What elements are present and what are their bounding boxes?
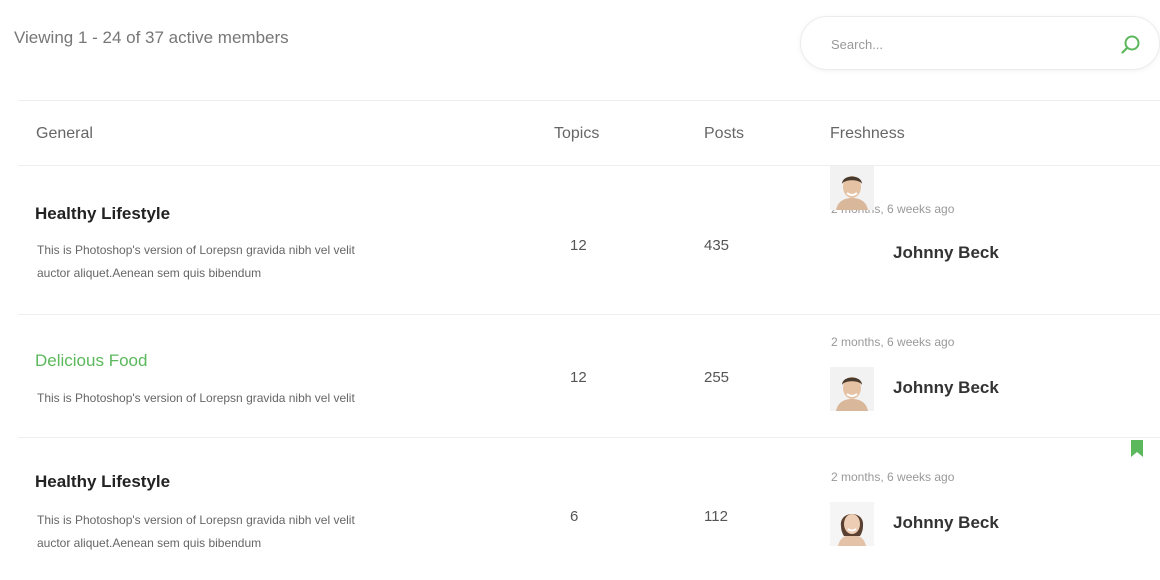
forum-row: Healthy Lifestyle This is Photoshop's ve…: [18, 438, 1160, 578]
freshness-time-link[interactable]: 2 months, 6 weeks ago: [831, 470, 954, 484]
posts-count: 255: [704, 369, 730, 386]
forum-description: This is Photoshop's version of Lorepsn g…: [37, 387, 477, 410]
forum-row: Delicious Food This is Photoshop's versi…: [18, 315, 1160, 438]
column-header-freshness: Freshness: [830, 125, 905, 142]
column-header-posts: Posts: [704, 125, 745, 142]
forum-description-line: This is Photoshop's version of Lorepsn g…: [37, 513, 355, 527]
bookmark-icon[interactable]: [1130, 440, 1144, 458]
author-name-link[interactable]: Johnny Beck: [893, 378, 999, 398]
table-header: General Topics Posts Freshness: [18, 100, 1160, 166]
forum-description-line: This is Photoshop's version of Lorepsn g…: [37, 391, 355, 405]
author-name-link[interactable]: Johnny Beck: [893, 243, 999, 263]
topics-count: 6: [570, 508, 579, 525]
forum-description-line: auctor aliquet.Aenean sem quis bibendum: [37, 266, 262, 280]
male-avatar[interactable]: [830, 367, 874, 411]
forum-table: General Topics Posts Freshness Healthy L…: [18, 100, 1160, 578]
forum-title-link[interactable]: Delicious Food: [35, 351, 147, 371]
posts-count: 435: [704, 237, 730, 254]
topics-count: 12: [570, 369, 587, 386]
posts-count: 112: [704, 508, 728, 525]
forum-row: Healthy Lifestyle This is Photoshop's ve…: [18, 166, 1160, 315]
forum-description: This is Photoshop's version of Lorepsn g…: [37, 239, 477, 285]
viewing-count-text: Viewing 1 - 24 of 37 active members: [14, 28, 289, 47]
forum-title-link[interactable]: Healthy Lifestyle: [35, 472, 170, 492]
topics-count: 12: [570, 237, 587, 254]
freshness-time-link[interactable]: 2 months, 6 weeks ago: [831, 335, 954, 349]
search-icon[interactable]: [1119, 33, 1143, 57]
male-avatar[interactable]: [830, 166, 874, 210]
forum-title-link[interactable]: Healthy Lifestyle: [35, 204, 170, 224]
search-input[interactable]: [831, 33, 1091, 55]
author-name-link[interactable]: Johnny Beck: [893, 513, 999, 533]
forum-description: This is Photoshop's version of Lorepsn g…: [37, 509, 477, 555]
column-header-topics: Topics: [554, 125, 600, 142]
forum-page: Viewing 1 - 24 of 37 active members Gene…: [0, 0, 1160, 580]
forum-description-line: This is Photoshop's version of Lorepsn g…: [37, 243, 355, 257]
search-box: [800, 16, 1160, 70]
column-header-general: General: [36, 125, 93, 142]
female-avatar[interactable]: [830, 502, 874, 546]
forum-description-line: auctor aliquet.Aenean sem quis bibendum: [37, 536, 262, 550]
